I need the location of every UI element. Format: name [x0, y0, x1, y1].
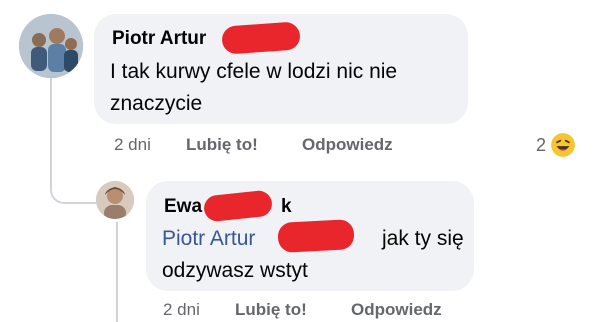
reply-actions: 2 dni Lubię to! Odpowiedz [163, 300, 483, 322]
reply-author-suffix: k [281, 196, 292, 217]
avatar-photo-icon [19, 14, 83, 78]
haha-emoji-icon [551, 133, 575, 157]
reply-text-segment: jak ty się [382, 227, 464, 250]
redaction-mark [277, 219, 355, 253]
reply-button[interactable]: Odpowiedz [302, 135, 393, 155]
comment-author[interactable]: Piotr Artur [112, 28, 206, 50]
thread-connector [50, 78, 96, 204]
mention-link[interactable]: Piotr Artur [162, 223, 255, 255]
comment-text: I tak kurwy cfele w lodzi nic nie znaczy… [110, 56, 466, 120]
comment-text-line: I tak kurwy cfele w lodzi nic nie [110, 60, 398, 83]
reply-text-line: odzywasz wstyt [162, 259, 308, 282]
reply-thread-line [116, 222, 118, 322]
avatar-photo-icon [96, 181, 134, 219]
comment-time[interactable]: 2 dni [114, 135, 151, 155]
comment-text-line: znaczycie [110, 92, 203, 115]
reply-author-name: Ewa [164, 196, 203, 217]
like-button[interactable]: Lubię to! [186, 135, 258, 155]
avatar-ewa[interactable] [96, 181, 134, 219]
reply-time[interactable]: 2 dni [163, 300, 200, 320]
redaction-mark [221, 21, 301, 55]
like-button[interactable]: Lubię to! [235, 300, 307, 320]
reaction-summary[interactable]: 2 [536, 132, 586, 158]
reaction-count: 2 [536, 135, 547, 155]
comment-actions: 2 dni Lubię to! Odpowiedz [114, 135, 434, 157]
avatar-piotr[interactable] [19, 14, 83, 78]
reply-button[interactable]: Odpowiedz [351, 300, 442, 320]
